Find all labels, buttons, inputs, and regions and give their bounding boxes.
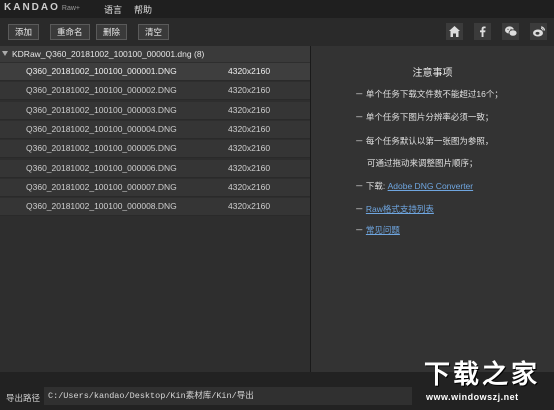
clear-button[interactable]: 清空 <box>138 24 170 40</box>
file-resolution: 4320x2160 <box>228 162 271 173</box>
add-button[interactable]: 添加 <box>8 24 40 40</box>
wechat-icon[interactable] <box>502 23 519 40</box>
file-name: Q360_20181002_100100_000008.DNG <box>26 201 177 212</box>
file-name: Q360_20181002_100100_000004.DNG <box>26 123 177 134</box>
export-path-field[interactable]: C:/Users/kandao/Desktop/Kin素材库/Kin/导出 <box>44 387 412 405</box>
menu-help[interactable]: 帮助 <box>134 3 152 16</box>
file-resolution: 4320x2160 <box>228 181 271 192</box>
download-prefix: － 下载: <box>355 181 386 191</box>
weibo-icon[interactable] <box>530 23 547 40</box>
file-name: Q360_20181002_100100_000001.DNG <box>26 66 177 76</box>
export-path-label: 导出路径 <box>6 393 41 403</box>
title-bar: KANDAO Raw+ 语言 帮助 <box>0 0 554 18</box>
facebook-icon[interactable] <box>474 23 491 40</box>
notice-pane: 注意事项 － 单个任务下载文件数不能超过16个； － 单个任务下图片分辨率必须一… <box>311 46 554 372</box>
home-icon[interactable] <box>446 23 463 40</box>
file-row[interactable]: Q360_20181002_100100_000008.DNG 4320x2160 <box>0 198 310 217</box>
file-name: Q360_20181002_100100_000002.DNG <box>26 85 177 96</box>
notice-item: － 单个任务下图片分辨率必须一致； <box>355 112 494 122</box>
notice-title: 注意事项 <box>412 68 453 79</box>
rename-button[interactable]: 重命名 <box>50 24 90 40</box>
delete-button[interactable]: 删除 <box>96 24 128 40</box>
file-row[interactable]: Q360_20181002_100100_000004.DNG 4320x2160 <box>0 120 310 139</box>
file-row[interactable]: Q360_20181002_100100_000006.DNG 4320x2160 <box>0 159 310 178</box>
download-line: － 下载: Adobe DNG Converter <box>355 180 473 192</box>
task-group-header[interactable]: KDRaw_Q360_20181002_100100_000001.dng (8… <box>0 46 310 62</box>
file-row[interactable]: Q360_20181002_100100_000001.DNG 4320x2160 <box>0 63 310 81</box>
file-resolution: 4320x2160 <box>228 201 271 212</box>
notice-item: － 单个任务下载文件数不能超过16个； <box>355 89 503 99</box>
raw-support-link[interactable]: Raw格式支持列表 <box>366 204 434 214</box>
file-name: Q360_20181002_100100_000007.DNG <box>26 181 177 192</box>
faq-link[interactable]: 常见问题 <box>366 225 400 235</box>
file-name: Q360_20181002_100100_000005.DNG <box>26 143 177 154</box>
file-resolution: 4320x2160 <box>228 85 271 96</box>
watermark-text: 下载之家 <box>424 360 541 390</box>
faq-line: － 常见问题 <box>355 225 400 235</box>
file-resolution: 4320x2160 <box>228 104 271 115</box>
watermark-url: www.windowszj.net <box>426 392 519 402</box>
task-count: (8) <box>193 49 205 59</box>
file-row[interactable]: Q360_20181002_100100_000007.DNG 4320x2160 <box>0 178 310 197</box>
expand-caret-icon[interactable] <box>2 51 8 56</box>
toolbar: 添加 重命名 删除 清空 <box>0 18 554 46</box>
file-resolution: 4320x2160 <box>228 123 271 134</box>
notice-item: 可通过拖动来调整图片顺序； <box>367 158 478 168</box>
file-row[interactable]: Q360_20181002_100100_000002.DNG 4320x2160 <box>0 82 310 101</box>
notice-item: － 每个任务默认以第一张图为参照， <box>355 136 494 146</box>
file-row[interactable]: Q360_20181002_100100_000003.DNG 4320x2160 <box>0 101 310 120</box>
file-row[interactable]: Q360_20181002_100100_000005.DNG 4320x2160 <box>0 140 310 159</box>
file-list-pane: KDRaw_Q360_20181002_100100_000001.dng (8… <box>0 46 310 372</box>
file-name: Q360_20181002_100100_000003.DNG <box>26 104 177 115</box>
task-name: KDRaw_Q360_20181002_100100_000001.dng <box>12 49 192 59</box>
app-logo: KANDAO Raw+ <box>4 2 80 13</box>
file-resolution: 4320x2160 <box>228 143 271 154</box>
menu-language[interactable]: 语言 <box>104 3 122 16</box>
raw-support-line: － Raw格式支持列表 <box>355 204 434 214</box>
dng-converter-link[interactable]: Adobe DNG Converter <box>388 181 474 191</box>
file-name: Q360_20181002_100100_000006.DNG <box>26 162 177 173</box>
file-resolution: 4320x2160 <box>228 66 271 76</box>
watermark: 下载之家 www.windowszj.net <box>420 352 554 410</box>
